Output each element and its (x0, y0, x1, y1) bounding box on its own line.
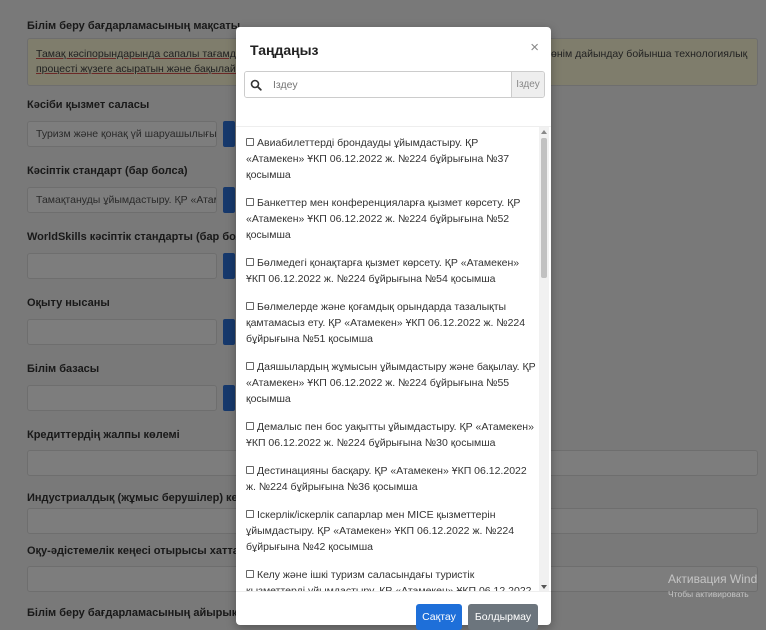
option-label: Бөлмедегі қонақтарға қызмет көрсету. ҚР … (246, 257, 520, 285)
activation-watermark: Активация Wind Чтобы активировать (668, 572, 757, 599)
option-item[interactable]: Бөлмелерде және қоғамдық орындарда тазал… (246, 299, 536, 347)
option-item[interactable]: Даяшылардың жұмысын ұйымдастыру және бақ… (246, 359, 536, 407)
modal-header: Таңдаңыз × (236, 27, 551, 71)
option-checkbox[interactable] (246, 362, 254, 370)
modal-footer: Сақтау Болдырмау (236, 592, 551, 630)
option-label: Демалыс пен бос уақытты ұйымдастыру. ҚР … (246, 421, 534, 449)
search-button[interactable]: Іздеу (511, 72, 544, 97)
option-item[interactable]: Келу және ішкі туризм саласындағы турист… (246, 567, 536, 592)
cancel-button[interactable]: Болдырмау (468, 604, 538, 630)
option-label: Іскерлік/іскерлік сапарлар мен MICE қызм… (246, 509, 515, 553)
option-label: Даяшылардың жұмысын ұйымдастыру және бақ… (246, 361, 536, 405)
option-label: Келу және ішкі туризм саласындағы турист… (246, 569, 532, 592)
scroll-down-arrow-icon[interactable] (541, 585, 547, 589)
option-item[interactable]: Авиабилеттерді брондауды ұйымдастыру. ҚР… (246, 135, 536, 183)
close-icon[interactable]: × (530, 39, 539, 56)
option-checkbox[interactable] (246, 198, 254, 206)
search-icon (245, 72, 267, 97)
option-checkbox[interactable] (246, 570, 254, 578)
option-checkbox[interactable] (246, 466, 254, 474)
scrollbar-thumb[interactable] (541, 138, 547, 278)
select-modal: Таңдаңыз × Іздеу Авиабилеттерді брондауд… (236, 27, 551, 630)
option-checkbox[interactable] (246, 258, 254, 266)
option-checkbox[interactable] (246, 302, 254, 310)
option-checkbox[interactable] (246, 138, 254, 146)
option-label: Банкеттер мен конференцияларға қызмет кө… (246, 197, 521, 241)
option-checkbox[interactable] (246, 510, 254, 518)
search-group: Іздеу (244, 71, 545, 98)
option-checkbox[interactable] (246, 422, 254, 430)
scroll-up-arrow-icon[interactable] (541, 130, 547, 134)
options-list[interactable]: Авиабилеттерді брондауды ұйымдастыру. ҚР… (236, 126, 551, 592)
modal-title: Таңдаңыз (250, 42, 319, 58)
option-item[interactable]: Іскерлік/іскерлік сапарлар мен MICE қызм… (246, 507, 536, 555)
save-button[interactable]: Сақтау (416, 604, 462, 630)
option-item[interactable]: Дестинацияны басқару. ҚР «Атамекен» ҰКП … (246, 463, 536, 495)
watermark-line2: Чтобы активировать (668, 589, 749, 599)
option-item[interactable]: Бөлмедегі қонақтарға қызмет көрсету. ҚР … (246, 255, 536, 287)
options-container: Авиабилеттерді брондауды ұйымдастыру. ҚР… (246, 127, 536, 592)
option-item[interactable]: Банкеттер мен конференцияларға қызмет кө… (246, 195, 536, 243)
watermark-line1: Активация Wind (668, 572, 758, 586)
option-item[interactable]: Демалыс пен бос уақытты ұйымдастыру. ҚР … (246, 419, 536, 451)
option-label: Авиабилеттерді брондауды ұйымдастыру. ҚР… (246, 137, 510, 181)
option-label: Дестинацияны басқару. ҚР «Атамекен» ҰКП … (246, 465, 527, 493)
search-input[interactable] (267, 72, 511, 97)
option-label: Бөлмелерде және қоғамдық орындарда тазал… (246, 301, 526, 345)
scrollbar[interactable] (539, 127, 549, 591)
